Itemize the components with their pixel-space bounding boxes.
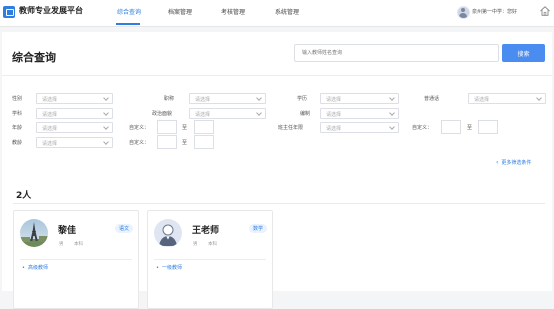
head-teacher-max-input[interactable]	[478, 120, 498, 134]
chevron-down-icon	[389, 110, 395, 116]
result-count: 2人	[16, 191, 32, 201]
age-to-label: 至	[182, 125, 188, 131]
education-label: 学历	[297, 96, 308, 102]
age-min-input[interactable]	[157, 120, 177, 134]
chevron-down-icon	[103, 110, 109, 116]
select-placeholder: 请选择	[326, 97, 342, 103]
select-placeholder: 请选择	[42, 97, 58, 103]
more-filters-link[interactable]: ‹ 更多筛选条件	[496, 159, 531, 166]
head-teacher-custom-label: 自定义：	[412, 125, 433, 131]
mandarin-select[interactable]: 请选择	[468, 93, 546, 104]
chevron-left-icon: ‹	[496, 159, 499, 166]
gender-label: 性别	[12, 96, 23, 102]
app-title: 教师专业发展平台	[19, 6, 83, 15]
title-rank-select[interactable]: 请选择	[189, 93, 266, 104]
gender-select[interactable]: 请选择	[36, 93, 113, 104]
chevron-down-icon	[256, 110, 262, 116]
divider	[13, 203, 545, 204]
teaching-age-label: 教龄	[12, 140, 23, 146]
teaching-age-custom-label: 自定义：	[129, 140, 150, 146]
teacher-education: 本科	[208, 242, 217, 247]
teacher-photo-eiffel-tower	[20, 219, 48, 247]
teacher-search-input[interactable]	[294, 44, 499, 62]
divider	[2, 75, 552, 76]
staffing-label: 编制	[300, 111, 311, 117]
political-status-select[interactable]: 请选择	[189, 108, 266, 119]
teacher-card[interactable]: 王老师 数学 男 本科 一级教师	[147, 210, 273, 309]
teaching-age-to-label: 至	[182, 140, 188, 146]
title-rank-label: 职称	[164, 96, 175, 102]
select-placeholder: 请选择	[326, 126, 342, 132]
tab-comprehensive-query[interactable]: 综合查询	[117, 7, 141, 16]
teaching-age-max-input[interactable]	[194, 135, 214, 149]
tab-archive-management[interactable]: 档案管理	[168, 7, 192, 16]
select-placeholder: 请选择	[42, 141, 58, 147]
select-placeholder: 请选择	[42, 126, 58, 132]
head-teacher-to-label: 至	[467, 125, 473, 131]
head-teacher-years-select[interactable]: 请选择	[320, 122, 399, 133]
teacher-gender: 男	[193, 242, 198, 247]
teacher-level: 一级教师	[156, 264, 182, 271]
tab-assessment-management[interactable]: 考核管理	[221, 7, 245, 16]
search-button[interactable]: 搜索	[502, 44, 545, 62]
divider	[154, 259, 266, 260]
teacher-card[interactable]: 黎佳 语文 男 本科 高级教师	[13, 210, 139, 309]
chevron-down-icon	[103, 124, 109, 130]
teacher-name: 王老师	[192, 226, 220, 236]
user-avatar-icon[interactable]	[457, 6, 470, 19]
age-select[interactable]: 请选择	[36, 122, 113, 133]
chevron-down-icon	[103, 95, 109, 101]
select-placeholder: 请选择	[195, 97, 211, 103]
more-filters-label: 更多筛选条件	[501, 160, 532, 166]
teaching-age-min-input[interactable]	[157, 135, 177, 149]
top-bar: 教师专业发展平台 综合查询 档案管理 考核管理 系统管理 泉州第一中学：您好	[0, 0, 554, 27]
chevron-down-icon	[389, 95, 395, 101]
teacher-name: 黎佳	[58, 226, 77, 236]
divider	[20, 259, 132, 260]
user-greeting[interactable]: 泉州第一中学：您好	[472, 8, 517, 15]
age-max-input[interactable]	[194, 120, 214, 134]
chevron-down-icon	[536, 95, 542, 101]
political-status-label: 政治面貌	[152, 111, 173, 117]
page-title: 综合查询	[12, 51, 56, 64]
discipline-label: 学科	[12, 111, 23, 117]
subject-badge: 数学	[249, 224, 268, 233]
default-avatar-icon	[154, 219, 182, 247]
discipline-select[interactable]: 请选择	[36, 108, 113, 119]
staffing-select[interactable]: 请选择	[320, 108, 399, 119]
education-select[interactable]: 请选择	[320, 93, 399, 104]
select-placeholder: 请选择	[42, 112, 58, 118]
select-placeholder: 请选择	[474, 97, 490, 103]
chevron-down-icon	[103, 139, 109, 145]
chevron-down-icon	[389, 124, 395, 130]
platform-logo-icon	[3, 6, 15, 18]
query-panel: 综合查询 搜索 性别 请选择 职称 请选择 学历 请选择 普通话 请选择 学科 …	[2, 32, 552, 309]
mandarin-label: 普通话	[424, 96, 440, 102]
select-placeholder: 请选择	[326, 112, 342, 118]
teacher-education: 本科	[74, 242, 83, 247]
subject-badge: 语文	[115, 224, 134, 233]
chevron-down-icon	[256, 95, 262, 101]
home-icon[interactable]	[539, 5, 551, 17]
teaching-age-select[interactable]: 请选择	[36, 137, 113, 148]
head-teacher-years-label: 班主任年限	[278, 125, 304, 131]
teacher-gender: 男	[59, 242, 64, 247]
tab-system-management[interactable]: 系统管理	[275, 7, 299, 16]
select-placeholder: 请选择	[195, 112, 211, 118]
head-teacher-min-input[interactable]	[441, 120, 461, 134]
age-label: 年龄	[12, 125, 23, 131]
active-tab-indicator	[116, 23, 140, 25]
teacher-level: 高级教师	[22, 264, 48, 271]
age-custom-label: 自定义：	[129, 125, 150, 131]
